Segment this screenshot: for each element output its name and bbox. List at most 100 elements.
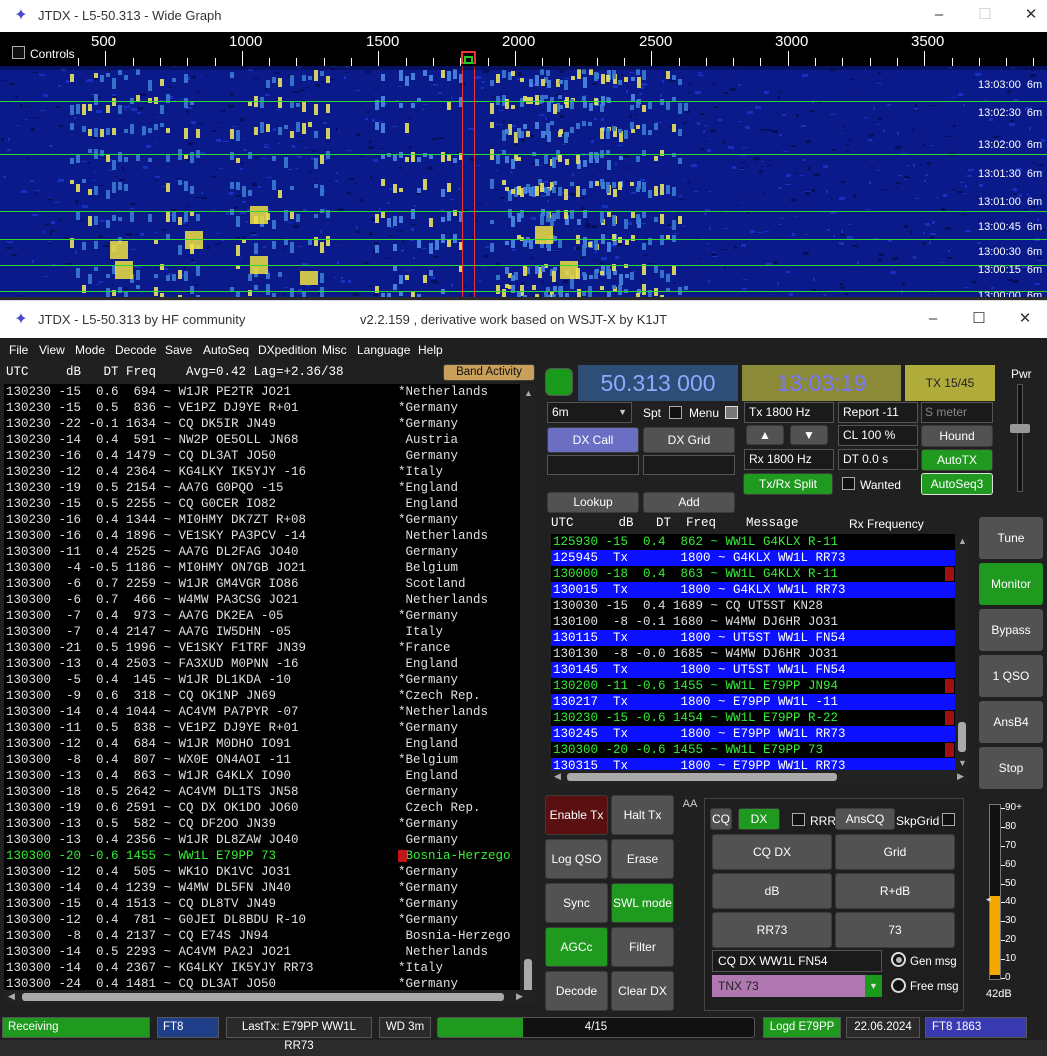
menu-mode[interactable]: Mode (75, 343, 105, 357)
band-activity-row[interactable]: 130300 -7 0.4 973 ~ AA7G DK2EA -05 *Germa… (4, 608, 520, 624)
band-activity-row[interactable]: 130230 -15 0.6 694 ~ W1JR PE2TR JO21 *Net… (4, 384, 520, 400)
rx-row[interactable]: 130200 -11 -0.6 1455 ~ WW1L E79PP JN94 (551, 678, 955, 694)
enable-tx-button[interactable]: Enable Tx (545, 795, 608, 835)
side-button-stop[interactable]: Stop (979, 747, 1043, 789)
erase-button[interactable]: Erase (611, 839, 674, 879)
close-icon[interactable]: ✕ (1008, 0, 1047, 32)
decode-button[interactable]: Decode (545, 971, 608, 1011)
power-slider-handle[interactable] (1010, 424, 1030, 433)
agcc-button[interactable]: AGCc (545, 927, 608, 967)
band-activity-row[interactable]: 130300 -8 0.4 807 ~ WX0E ON4AOI -11 *Belg… (4, 752, 520, 768)
rx-row[interactable]: 130315 Tx 1800 ~ E79PP WW1L RR73 (551, 758, 955, 770)
dt-spinbox[interactable]: DT 0.0 s (838, 449, 918, 470)
band-activity-row[interactable]: 130300 -13 0.4 863 ~ W1JR G4KLX IO90 Eng… (4, 768, 520, 784)
menu-language[interactable]: Language (357, 343, 410, 357)
report-spinbox[interactable]: Report -11 (838, 402, 918, 423)
frequency-scale[interactable]: Controls 500 1000 1500 2000 2500 3000 3500 (0, 32, 1047, 66)
grid-button[interactable]: Grid (835, 834, 955, 870)
dx-call-button[interactable]: DX Call (547, 427, 639, 453)
minimize-icon[interactable]: – (916, 0, 962, 32)
band-activity-row[interactable]: 130230 -12 0.4 2364 ~ KG4LKY IK5YJY -16 *… (4, 464, 520, 480)
band-activity-row[interactable]: 130300 -14 0.4 2367 ~ KG4LKY IK5YJY RR73… (4, 960, 520, 976)
band-activity-row[interactable]: 130230 -16 0.4 1344 ~ MI0HMY DK7ZT R+08 *… (4, 512, 520, 528)
maximize-icon[interactable]: ☐ (962, 0, 1008, 32)
dx-grid-input[interactable] (643, 455, 735, 475)
halt-tx-button[interactable]: Halt Tx (611, 795, 674, 835)
band-activity-row[interactable]: 130230 -22 -0.1 1634 ~ CQ DK5IR JN49 *Ger… (4, 416, 520, 432)
band-activity-row[interactable]: 130300 -11 0.4 2525 ~ AA7G DL2FAG JO40 G… (4, 544, 520, 560)
menu-dxpedition[interactable]: DXpedition (258, 343, 317, 357)
scroll-left-icon[interactable]: ◀ (554, 771, 561, 782)
scroll-right-icon[interactable]: ▶ (957, 771, 964, 782)
band-activity-row[interactable]: 130300 -11 0.5 838 ~ VE1PZ DJ9YE R+01 *Ge… (4, 720, 520, 736)
band-select[interactable]: 6m ▼ (547, 402, 632, 423)
dial-frequency[interactable]: 50.313 000 (578, 365, 738, 401)
hound-button[interactable]: Hound (921, 425, 993, 447)
band-activity-row[interactable]: 130300 -14 0.4 1044 ~ AC4VM PA7PYR -07 *N… (4, 704, 520, 720)
band-activity-list[interactable]: 130230 -15 0.6 694 ~ W1JR PE2TR JO21 *Net… (4, 384, 520, 990)
s-meter-field[interactable]: S meter (921, 402, 993, 423)
tx-up-button[interactable]: ▲ (746, 425, 784, 445)
clear-dx-button[interactable]: Clear DX (611, 971, 674, 1011)
side-button-1-qso[interactable]: 1 QSO (979, 655, 1043, 697)
band-activity-scrollbar[interactable]: ▲ ▼ (521, 384, 535, 993)
power-slider-track[interactable] (1017, 384, 1023, 492)
rx-row[interactable]: 130100 -8 -0.1 1680 ~ W4MW DJ6HR JO31 (551, 614, 955, 630)
band-activity-row[interactable]: 130300 -12 0.4 505 ~ WK1O DK1VC JO31 *Ger… (4, 864, 520, 880)
hscroll-thumb[interactable] (567, 773, 837, 781)
menu-help[interactable]: Help (418, 343, 443, 357)
rx-row[interactable]: 125930 -15 0.4 862 ~ WW1L G4KLX R-11 (551, 534, 955, 550)
band-activity-row[interactable]: 130300 -12 0.4 781 ~ G0JEI DL8BDU R-10 *G… (4, 912, 520, 928)
band-activity-row[interactable]: 130230 -16 0.4 1479 ~ CQ DL3AT JO50 Germ… (4, 448, 520, 464)
rx-row[interactable]: 130300 -20 -0.6 1455 ~ WW1L E79PP 73 (551, 742, 955, 758)
db-button[interactable]: dB (712, 873, 832, 909)
menu-misc[interactable]: Misc (322, 343, 347, 357)
spt-checkbox[interactable] (669, 406, 682, 419)
menu-autoseq[interactable]: AutoSeq (203, 343, 249, 357)
band-activity-row[interactable]: 130300 -8 0.4 2137 ~ CQ E74S JN94 Bosnia… (4, 928, 520, 944)
log-qso-button[interactable]: Log QSO (545, 839, 608, 879)
rx-row[interactable]: 130217 Tx 1800 ~ E79PP WW1L -11 (551, 694, 955, 710)
controls-checkbox[interactable] (12, 46, 25, 59)
band-activity-row[interactable]: 130300 -13 0.4 2503 ~ FA3XUD M0PNN -16 E… (4, 656, 520, 672)
rx-row[interactable]: 125945 Tx 1800 ~ G4KLX WW1L RR73 (551, 550, 955, 566)
rx-row[interactable]: 130030 -15 0.4 1689 ~ CQ UT5ST KN28 (551, 598, 955, 614)
menu-decode[interactable]: Decode (115, 343, 156, 357)
scroll-up-icon[interactable]: ▲ (958, 536, 967, 546)
band-activity-row[interactable]: 130230 -14 0.4 591 ~ NW2P OE5OLL JN68 Au… (4, 432, 520, 448)
scroll-thumb[interactable] (958, 722, 966, 752)
scroll-thumb[interactable] (524, 959, 532, 993)
rx-row[interactable]: 130115 Tx 1800 ~ UT5ST WW1L FN54 (551, 630, 955, 646)
band-activity-row[interactable]: 130300 -15 0.4 1513 ~ CQ DL8TV JN49 *Germ… (4, 896, 520, 912)
maximize-icon[interactable]: ☐ (956, 304, 1002, 336)
rx-frequency-spinbox[interactable]: Rx 1800 Hz (744, 449, 834, 470)
side-button-ansb4[interactable]: AnsB4 (979, 701, 1043, 743)
tx-down-button[interactable]: ▼ (790, 425, 828, 445)
close-icon[interactable]: ✕ (1002, 304, 1047, 336)
dx-button[interactable]: DX (738, 808, 780, 830)
scroll-right-icon[interactable]: ▶ (516, 991, 523, 1002)
cl-spinbox[interactable]: CL 100 % (838, 425, 918, 446)
rr73-button[interactable]: RR73 (712, 912, 832, 948)
waterfall[interactable]: 13:03:00 6m 13:02:30 6m 13:02:00 6m 13:01:30 6m… (0, 66, 1047, 297)
band-activity-row[interactable]: 130300 -16 0.4 1896 ~ VE1SKY PA3PCV -14 … (4, 528, 520, 544)
scroll-up-icon[interactable]: ▲ (524, 388, 533, 398)
band-activity-row[interactable]: 130300 -18 0.5 2642 ~ AC4VM DL1TS JN58 G… (4, 784, 520, 800)
band-activity-row[interactable]: 130300 -20 -0.6 1455 ~ WW1L E79PP 73 *Bos… (4, 848, 520, 864)
band-activity-row[interactable]: 130300 -14 0.4 1239 ~ W4MW DL5FN JN40 *Ge… (4, 880, 520, 896)
menu-file[interactable]: File (9, 343, 28, 357)
band-activity-hscroll[interactable]: ◀ ▶ (4, 990, 535, 1004)
minimize-icon[interactable]: – (910, 304, 956, 336)
tx-frequency-spinbox[interactable]: Tx 1800 Hz (744, 402, 834, 423)
band-activity-row[interactable]: 130300 -4 -0.5 1186 ~ MI0HMY ON7GB JO21 … (4, 560, 520, 576)
generated-message-field[interactable]: CQ DX WW1L FN54 (712, 950, 882, 972)
band-activity-row[interactable]: 130300 -7 0.4 2147 ~ AA7G IW5DHN -05 Ita… (4, 624, 520, 640)
band-activity-row[interactable]: 130300 -5 0.4 145 ~ W1JR DL1KDA -10 *Germ… (4, 672, 520, 688)
rx-scrollbar[interactable]: ▲ ▼ (955, 534, 969, 770)
side-button-bypass[interactable]: Bypass (979, 609, 1043, 651)
band-activity-row[interactable]: 130300 -19 0.6 2591 ~ CQ DX OK1DO JO60 C… (4, 800, 520, 816)
band-activity-button[interactable]: Band Activity (443, 364, 535, 381)
rx-frequency-list[interactable]: 125930 -15 0.4 862 ~ WW1L G4KLX R-11 1259… (551, 534, 955, 770)
filter-button[interactable]: Filter (611, 927, 674, 967)
band-activity-row[interactable]: 130300 -6 0.7 2259 ~ W1JR GM4VGR IO86 Sc… (4, 576, 520, 592)
